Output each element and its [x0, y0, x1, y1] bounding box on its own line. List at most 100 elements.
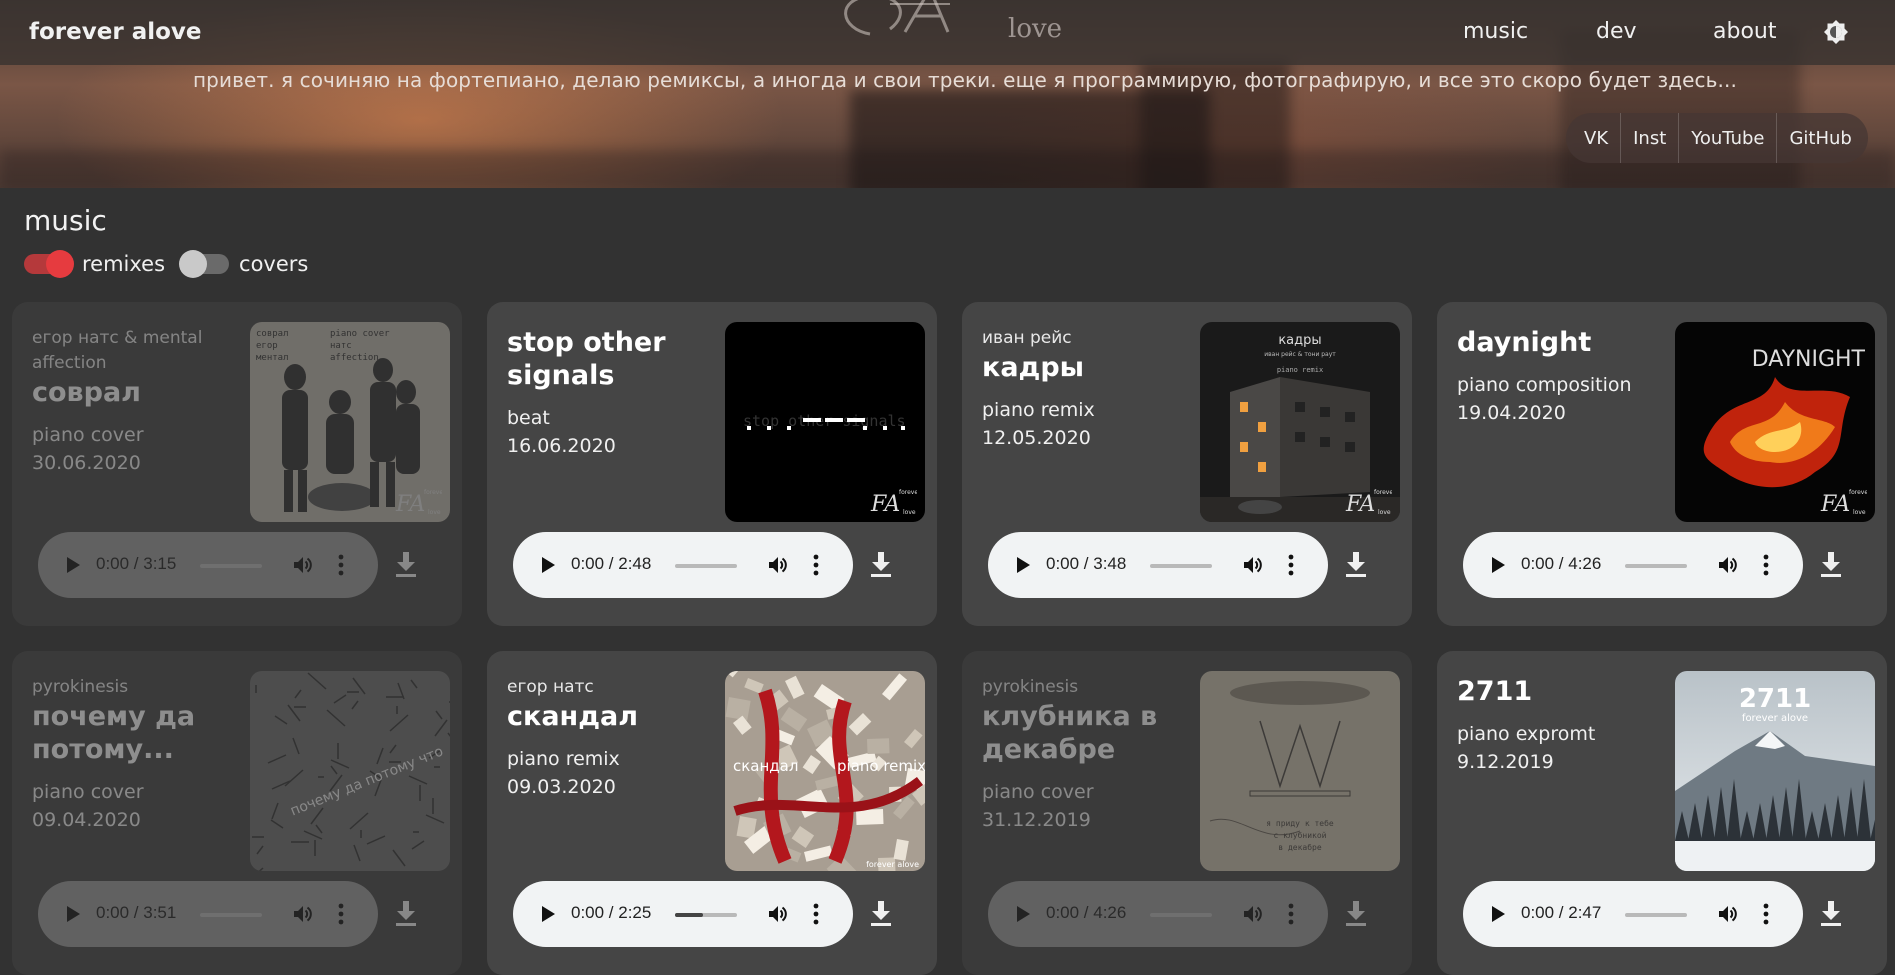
more-options-icon[interactable] — [1763, 903, 1769, 925]
track-title: скандал — [507, 701, 639, 732]
download-icon[interactable] — [1345, 901, 1367, 927]
download-icon[interactable] — [1820, 552, 1842, 578]
more-options-icon[interactable] — [813, 554, 819, 576]
more-options-icon[interactable] — [1763, 554, 1769, 576]
download-icon[interactable] — [1820, 901, 1842, 927]
volume-icon[interactable] — [767, 555, 787, 575]
svg-text:натс: натс — [330, 341, 352, 351]
track-type: piano remix — [507, 748, 620, 770]
svg-text:2711: 2711 — [1739, 684, 1811, 714]
audio-seek-bar[interactable] — [1150, 913, 1212, 917]
track-cover-image: почему да потому что — [250, 671, 450, 871]
svg-text:егор: егор — [256, 341, 278, 351]
play-icon[interactable] — [542, 906, 555, 922]
svg-text:forever: forever — [1374, 489, 1392, 496]
track-type: beat — [507, 407, 550, 429]
volume-icon[interactable] — [1717, 904, 1737, 924]
audio-time: 0:00 / 4:26 — [1046, 903, 1127, 922]
more-options-icon[interactable] — [1288, 554, 1294, 576]
download-icon[interactable] — [395, 552, 417, 578]
play-icon[interactable] — [1017, 906, 1030, 922]
more-options-icon[interactable] — [338, 903, 344, 925]
play-icon[interactable] — [542, 557, 555, 573]
remixes-toggle[interactable] — [24, 250, 74, 278]
svg-text:love: love — [1853, 509, 1866, 516]
track-info: pyrokinesis почему да потому... piano co… — [32, 675, 232, 834]
download-icon[interactable] — [870, 552, 892, 578]
more-options-icon[interactable] — [1288, 903, 1294, 925]
audio-seek-bar[interactable] — [200, 913, 262, 917]
audio-seek-bar[interactable] — [1150, 564, 1212, 568]
site-brand[interactable]: forever alove — [29, 19, 202, 45]
play-icon[interactable] — [67, 557, 80, 573]
svg-text:FA: FA — [395, 492, 425, 516]
track-artist: pyrokinesis — [32, 677, 129, 697]
track-title: соврал — [32, 377, 141, 408]
track-info: pyrokinesis клубника в декабре piano cov… — [982, 675, 1182, 834]
download-icon[interactable] — [1345, 552, 1367, 578]
svg-text:с клубникой: с клубникой — [1274, 830, 1327, 840]
theme-toggle-icon[interactable] — [1823, 19, 1849, 45]
svg-text:forever alove: forever alove — [866, 860, 919, 869]
nav-about-link[interactable]: about — [1713, 19, 1776, 44]
toggle-knob — [46, 250, 74, 278]
audio-player: 0:00 / 4:26 — [1463, 532, 1803, 598]
track-title: клубника в декабре — [982, 701, 1158, 765]
track-card: daynight piano composition 19.04.2020 DA… — [1437, 302, 1887, 626]
track-date: 30.06.2020 — [32, 452, 141, 474]
track-card: pyrokinesis почему да потому... piano co… — [12, 651, 462, 975]
volume-icon[interactable] — [767, 904, 787, 924]
more-options-icon[interactable] — [338, 554, 344, 576]
svg-text:в декабре: в декабре — [1278, 842, 1322, 852]
section-title: music — [24, 204, 107, 237]
social-vk-link[interactable]: VK — [1566, 113, 1620, 163]
track-type: piano cover — [32, 424, 144, 446]
svg-text:love: love — [903, 509, 916, 516]
audio-seek-bar[interactable] — [1625, 564, 1687, 568]
social-github-link[interactable]: GitHub — [1776, 113, 1867, 163]
track-title: daynight — [1457, 327, 1592, 358]
audio-player: 0:00 / 3:51 — [38, 881, 378, 947]
audio-seek-bar[interactable] — [675, 564, 737, 568]
volume-icon[interactable] — [1717, 555, 1737, 575]
track-card: егор натс & mental affection соврал pian… — [12, 302, 462, 626]
svg-text:ментал: ментал — [256, 353, 289, 363]
track-card: pyrokinesis клубника в декабре piano cov… — [962, 651, 1412, 975]
track-date: 19.04.2020 — [1457, 402, 1566, 424]
svg-text:forever: forever — [899, 489, 917, 496]
download-icon[interactable] — [395, 901, 417, 927]
top-navigation-bar: forever alove love music dev about — [0, 0, 1895, 65]
audio-time: 0:00 / 4:26 — [1521, 554, 1602, 573]
social-youtube-link[interactable]: YouTube — [1678, 113, 1776, 163]
svg-text:piano remix: piano remix — [1277, 366, 1323, 374]
audio-seek-bar[interactable] — [1625, 913, 1687, 917]
svg-text:скандал: скандал — [733, 757, 798, 775]
track-cover-image: stop other signals FA forever love — [725, 322, 925, 522]
play-icon[interactable] — [1492, 906, 1505, 922]
volume-icon[interactable] — [292, 555, 312, 575]
social-inst-link[interactable]: Inst — [1620, 113, 1678, 163]
play-icon[interactable] — [1017, 557, 1030, 573]
track-info: daynight piano composition 19.04.2020 — [1457, 326, 1657, 427]
track-cover-image: 2711 forever alove — [1675, 671, 1875, 871]
audio-time: 0:00 / 2:25 — [571, 903, 652, 922]
fa-watermark-icon: FA forever love — [395, 489, 442, 516]
more-options-icon[interactable] — [813, 903, 819, 925]
volume-icon[interactable] — [1242, 555, 1262, 575]
volume-icon[interactable] — [292, 904, 312, 924]
audio-seek-bar[interactable] — [200, 564, 262, 568]
nav-dev-link[interactable]: dev — [1596, 19, 1637, 44]
svg-text:forever: forever — [1849, 489, 1867, 496]
svg-text:соврал: соврал — [256, 329, 289, 339]
play-icon[interactable] — [67, 906, 80, 922]
volume-icon[interactable] — [1242, 904, 1262, 924]
nav-music-link[interactable]: music — [1463, 19, 1528, 44]
download-icon[interactable] — [870, 901, 892, 927]
social-links: VK Inst YouTube GitHub — [1566, 113, 1868, 163]
audio-time: 0:00 / 3:51 — [96, 903, 177, 922]
track-card: иван рейс кадры piano remix 12.05.2020 к… — [962, 302, 1412, 626]
audio-seek-bar[interactable] — [675, 913, 737, 917]
audio-seek-progress — [675, 913, 703, 917]
covers-toggle[interactable] — [179, 250, 230, 278]
play-icon[interactable] — [1492, 557, 1505, 573]
